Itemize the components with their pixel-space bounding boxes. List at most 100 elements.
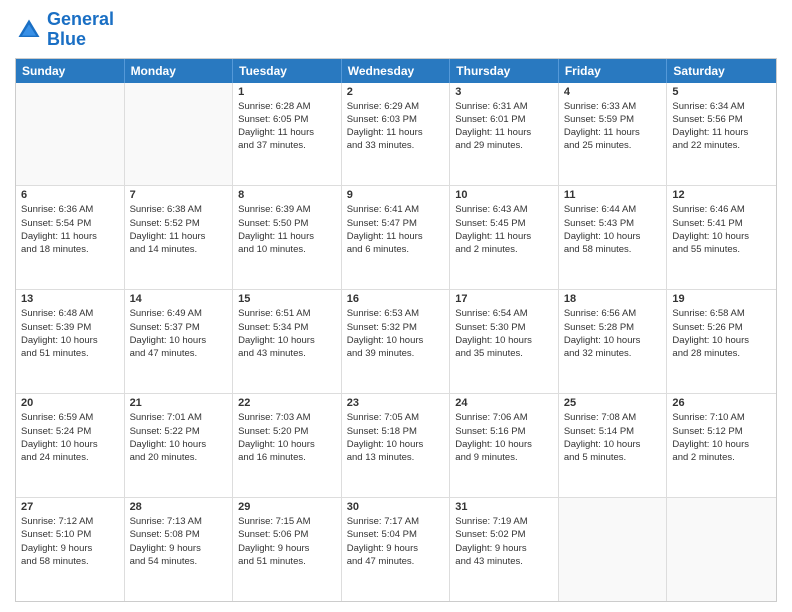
- day-number: 25: [564, 397, 662, 409]
- day-number: 20: [21, 397, 119, 409]
- day-number: 29: [238, 501, 336, 513]
- daylight-text-2: and 2 minutes.: [672, 451, 771, 464]
- sunrise-text: Sunrise: 6:29 AM: [347, 100, 445, 113]
- sunrise-text: Sunrise: 6:33 AM: [564, 100, 662, 113]
- sunrise-text: Sunrise: 6:59 AM: [21, 411, 119, 424]
- sunset-text: Sunset: 5:06 PM: [238, 528, 336, 541]
- calendar-cell: 10Sunrise: 6:43 AMSunset: 5:45 PMDayligh…: [450, 186, 559, 289]
- day-number: 27: [21, 501, 119, 513]
- calendar-cell: 20Sunrise: 6:59 AMSunset: 5:24 PMDayligh…: [16, 394, 125, 497]
- calendar-cell: 3Sunrise: 6:31 AMSunset: 6:01 PMDaylight…: [450, 83, 559, 186]
- sunrise-text: Sunrise: 6:34 AM: [672, 100, 771, 113]
- daylight-text-2: and 51 minutes.: [238, 555, 336, 568]
- calendar-cell: 22Sunrise: 7:03 AMSunset: 5:20 PMDayligh…: [233, 394, 342, 497]
- daylight-text-2: and 25 minutes.: [564, 139, 662, 152]
- calendar-cell: [559, 498, 668, 601]
- day-number: 6: [21, 189, 119, 201]
- sunrise-text: Sunrise: 6:48 AM: [21, 307, 119, 320]
- sunset-text: Sunset: 5:39 PM: [21, 321, 119, 334]
- daylight-text-2: and 9 minutes.: [455, 451, 553, 464]
- sunset-text: Sunset: 5:52 PM: [130, 217, 228, 230]
- day-number: 2: [347, 86, 445, 98]
- calendar-cell: 28Sunrise: 7:13 AMSunset: 5:08 PMDayligh…: [125, 498, 234, 601]
- sunset-text: Sunset: 5:56 PM: [672, 113, 771, 126]
- calendar-cell: 23Sunrise: 7:05 AMSunset: 5:18 PMDayligh…: [342, 394, 451, 497]
- sunrise-text: Sunrise: 6:31 AM: [455, 100, 553, 113]
- sunrise-text: Sunrise: 7:03 AM: [238, 411, 336, 424]
- sunset-text: Sunset: 5:43 PM: [564, 217, 662, 230]
- day-number: 9: [347, 189, 445, 201]
- daylight-text-2: and 43 minutes.: [455, 555, 553, 568]
- calendar-cell: 8Sunrise: 6:39 AMSunset: 5:50 PMDaylight…: [233, 186, 342, 289]
- daylight-text-1: Daylight: 9 hours: [455, 542, 553, 555]
- day-number: 17: [455, 293, 553, 305]
- sunset-text: Sunset: 5:12 PM: [672, 425, 771, 438]
- sunset-text: Sunset: 5:41 PM: [672, 217, 771, 230]
- sunrise-text: Sunrise: 7:08 AM: [564, 411, 662, 424]
- daylight-text-2: and 55 minutes.: [672, 243, 771, 256]
- sunset-text: Sunset: 6:05 PM: [238, 113, 336, 126]
- day-number: 14: [130, 293, 228, 305]
- calendar-cell: 7Sunrise: 6:38 AMSunset: 5:52 PMDaylight…: [125, 186, 234, 289]
- day-number: 23: [347, 397, 445, 409]
- sunrise-text: Sunrise: 6:38 AM: [130, 203, 228, 216]
- sunrise-text: Sunrise: 6:41 AM: [347, 203, 445, 216]
- calendar-cell: [125, 83, 234, 186]
- sunrise-text: Sunrise: 7:10 AM: [672, 411, 771, 424]
- day-number: 1: [238, 86, 336, 98]
- daylight-text-1: Daylight: 11 hours: [455, 126, 553, 139]
- daylight-text-2: and 22 minutes.: [672, 139, 771, 152]
- sunrise-text: Sunrise: 6:46 AM: [672, 203, 771, 216]
- sunrise-text: Sunrise: 7:05 AM: [347, 411, 445, 424]
- calendar-row-4: 27Sunrise: 7:12 AMSunset: 5:10 PMDayligh…: [16, 498, 776, 601]
- day-number: 31: [455, 501, 553, 513]
- sunrise-text: Sunrise: 6:49 AM: [130, 307, 228, 320]
- day-number: 8: [238, 189, 336, 201]
- daylight-text-1: Daylight: 10 hours: [130, 438, 228, 451]
- sunset-text: Sunset: 5:08 PM: [130, 528, 228, 541]
- sunset-text: Sunset: 5:37 PM: [130, 321, 228, 334]
- calendar-cell: 15Sunrise: 6:51 AMSunset: 5:34 PMDayligh…: [233, 290, 342, 393]
- daylight-text-1: Daylight: 10 hours: [564, 230, 662, 243]
- sunset-text: Sunset: 5:28 PM: [564, 321, 662, 334]
- page: General Blue SundayMondayTuesdayWednesda…: [0, 0, 792, 612]
- header-day-thursday: Thursday: [450, 59, 559, 83]
- calendar-cell: 2Sunrise: 6:29 AMSunset: 6:03 PMDaylight…: [342, 83, 451, 186]
- sunset-text: Sunset: 5:16 PM: [455, 425, 553, 438]
- calendar-cell: 21Sunrise: 7:01 AMSunset: 5:22 PMDayligh…: [125, 394, 234, 497]
- calendar-cell: 30Sunrise: 7:17 AMSunset: 5:04 PMDayligh…: [342, 498, 451, 601]
- calendar-cell: 6Sunrise: 6:36 AMSunset: 5:54 PMDaylight…: [16, 186, 125, 289]
- daylight-text-2: and 29 minutes.: [455, 139, 553, 152]
- day-number: 19: [672, 293, 771, 305]
- header-day-wednesday: Wednesday: [342, 59, 451, 83]
- header-day-sunday: Sunday: [16, 59, 125, 83]
- sunset-text: Sunset: 5:32 PM: [347, 321, 445, 334]
- sunrise-text: Sunrise: 6:28 AM: [238, 100, 336, 113]
- daylight-text-1: Daylight: 11 hours: [455, 230, 553, 243]
- daylight-text-1: Daylight: 11 hours: [672, 126, 771, 139]
- calendar-cell: 4Sunrise: 6:33 AMSunset: 5:59 PMDaylight…: [559, 83, 668, 186]
- day-number: 16: [347, 293, 445, 305]
- daylight-text-2: and 33 minutes.: [347, 139, 445, 152]
- logo: General Blue: [15, 10, 114, 50]
- calendar-cell: 29Sunrise: 7:15 AMSunset: 5:06 PMDayligh…: [233, 498, 342, 601]
- daylight-text-1: Daylight: 11 hours: [238, 126, 336, 139]
- daylight-text-2: and 10 minutes.: [238, 243, 336, 256]
- daylight-text-1: Daylight: 10 hours: [672, 334, 771, 347]
- daylight-text-1: Daylight: 9 hours: [238, 542, 336, 555]
- day-number: 12: [672, 189, 771, 201]
- sunrise-text: Sunrise: 7:01 AM: [130, 411, 228, 424]
- calendar-cell: [16, 83, 125, 186]
- sunset-text: Sunset: 5:24 PM: [21, 425, 119, 438]
- daylight-text-1: Daylight: 10 hours: [455, 438, 553, 451]
- sunset-text: Sunset: 5:34 PM: [238, 321, 336, 334]
- daylight-text-2: and 37 minutes.: [238, 139, 336, 152]
- logo-text: General Blue: [47, 10, 114, 50]
- header-day-tuesday: Tuesday: [233, 59, 342, 83]
- sunset-text: Sunset: 5:04 PM: [347, 528, 445, 541]
- sunset-text: Sunset: 5:54 PM: [21, 217, 119, 230]
- sunrise-text: Sunrise: 6:56 AM: [564, 307, 662, 320]
- sunset-text: Sunset: 5:59 PM: [564, 113, 662, 126]
- calendar-row-0: 1Sunrise: 6:28 AMSunset: 6:05 PMDaylight…: [16, 83, 776, 187]
- header-day-saturday: Saturday: [667, 59, 776, 83]
